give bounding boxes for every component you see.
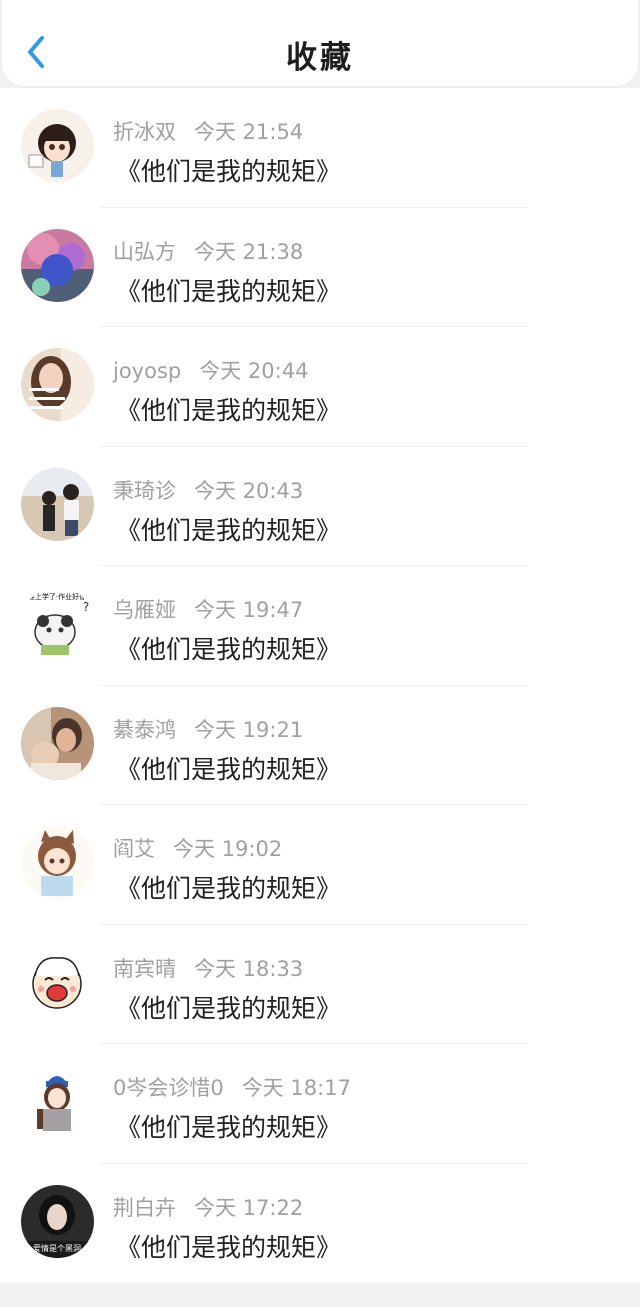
item-content: 《他们是我的规矩》 — [116, 1113, 342, 1142]
item-content: 《他们是我的规矩》 — [116, 276, 342, 306]
avatar[interactable] — [21, 348, 94, 421]
item-name: 折冰双 — [113, 120, 176, 144]
footer-bar — [0, 1283, 640, 1307]
item-time: 今天 21:54 — [194, 120, 304, 144]
item-time: 今天 18:17 — [241, 1076, 351, 1100]
list-item[interactable]: joyosp 今天 20:44 《他们是我的规矩》 — [0, 327, 640, 447]
item-meta: 折冰双 今天 21:54 — [113, 116, 303, 146]
avatar-caption: 爱情是个黑洞 — [33, 1243, 81, 1253]
item-time: 今天 17:22 — [194, 1195, 304, 1220]
item-meta: 秉琦诊 今天 20:43 — [113, 475, 303, 505]
avatar[interactable] — [21, 467, 94, 541]
item-content: 《他们是我的规矩》 — [116, 396, 342, 425]
avatar[interactable] — [21, 109, 94, 182]
item-name: 荆白卉 — [113, 1195, 176, 1220]
item-name: joyosp — [113, 359, 182, 383]
avatar[interactable]: 爱情是个黑洞 — [21, 1184, 94, 1258]
avatar[interactable] — [21, 706, 94, 780]
item-time: 今天 19:47 — [194, 598, 304, 622]
item-name: 南宾晴 — [113, 956, 176, 981]
avatar[interactable] — [21, 945, 94, 1019]
item-meta: 綦泰鸿 今天 19:21 — [113, 714, 303, 744]
item-name: 0岑会诊惜0 — [113, 1076, 224, 1100]
item-time: 今天 21:38 — [194, 239, 304, 264]
item-content: 《他们是我的规矩》 — [116, 157, 342, 186]
item-content: 《他们是我的规矩》 — [116, 515, 342, 545]
item-content: 《他们是我的规矩》 — [116, 874, 342, 903]
avatar[interactable]: 今天要上学了·作业好像还没 ? — [21, 587, 94, 660]
header: 收藏 — [2, 0, 638, 86]
favorites-list: 折冰双 今天 21:54 《他们是我的规矩》 山弘方 今天 21:38 《他们是我的… — [0, 88, 640, 1283]
item-meta: 南宾晴 今天 18:33 — [113, 953, 303, 983]
item-content: 《他们是我的规矩》 — [116, 635, 342, 664]
list-item[interactable]: 折冰双 今天 21:54 《他们是我的规矩》 — [0, 88, 640, 208]
item-content: 《他们是我的规矩》 — [116, 1232, 342, 1262]
item-content: 《他们是我的规矩》 — [116, 993, 342, 1023]
list-item[interactable]: 0岑会诊惜0 今天 18:17 《他们是我的规矩》 — [0, 1044, 640, 1164]
item-content: 《他们是我的规矩》 — [116, 754, 342, 784]
list-item[interactable]: 阎艾 今天 19:02 《他们是我的规矩》 — [0, 805, 640, 925]
item-name: 綦泰鸿 — [113, 717, 176, 742]
list-item[interactable]: 南宾晴 今天 18:33 《他们是我的规矩》 — [0, 925, 640, 1044]
item-meta: 0岑会诊惜0 今天 18:17 — [113, 1072, 351, 1102]
item-name: 秉琦诊 — [113, 478, 176, 503]
item-time: 今天 20:44 — [199, 359, 309, 383]
item-meta: 乌雁娅 今天 19:47 — [113, 594, 303, 624]
avatar[interactable] — [21, 228, 94, 302]
item-name: 乌雁娅 — [113, 598, 176, 622]
list-item[interactable]: 秉琦诊 今天 20:43 《他们是我的规矩》 — [0, 447, 640, 566]
item-meta: 山弘方 今天 21:38 — [113, 236, 303, 266]
item-meta: 阎艾 今天 19:02 — [113, 833, 282, 863]
page-title: 收藏 — [286, 40, 354, 76]
avatar[interactable] — [21, 1065, 94, 1138]
item-time: 今天 19:21 — [194, 717, 304, 742]
item-time: 今天 19:02 — [173, 837, 283, 861]
item-time: 今天 20:43 — [194, 478, 304, 503]
item-time: 今天 18:33 — [194, 956, 304, 981]
avatar[interactable] — [21, 826, 94, 899]
list-item[interactable]: 爱情是个黑洞 荆白卉 今天 17:22 《他们是我的规矩》 — [0, 1164, 640, 1284]
item-name: 山弘方 — [113, 239, 176, 264]
list-item[interactable]: 綦泰鸿 今天 19:21 《他们是我的规矩》 — [0, 686, 640, 805]
item-name: 阎艾 — [113, 837, 155, 861]
item-meta: 荆白卉 今天 17:22 — [113, 1192, 303, 1222]
list-item[interactable]: 山弘方 今天 21:38 《他们是我的规矩》 — [0, 208, 640, 327]
list-item[interactable]: 今天要上学了·作业好像还没 ? 乌雁娅今天 19:47 《他们是我的规矩》 — [0, 566, 640, 686]
svg-text:?: ? — [83, 600, 89, 614]
item-meta: joyosp 今天 20:44 — [113, 355, 308, 385]
